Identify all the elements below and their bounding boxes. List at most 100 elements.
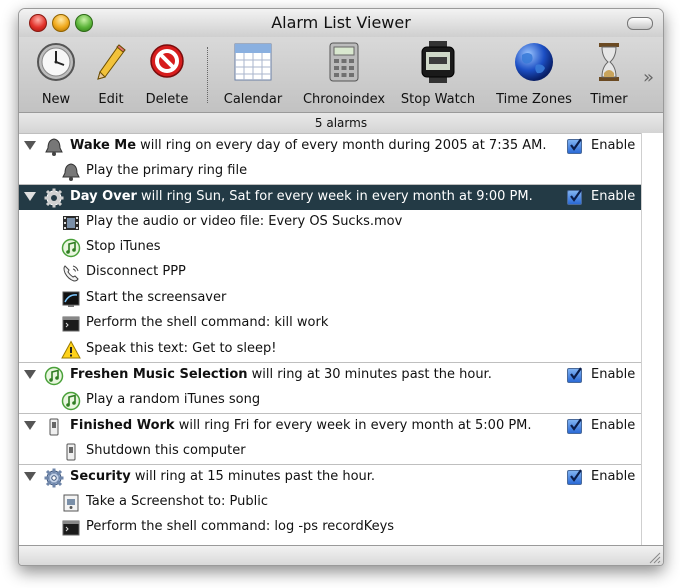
alarm-list: Wake Me will ring on every day of every … bbox=[19, 133, 641, 545]
action-text: Speak this text: Get to sleep! bbox=[86, 341, 277, 356]
action-text: Perform the shell command: log -ps recor… bbox=[86, 519, 395, 534]
screensaver-icon bbox=[62, 291, 80, 307]
enable-checkbox[interactable] bbox=[567, 138, 582, 154]
time-zones-button-label: Time Zones bbox=[496, 92, 572, 107]
alarm-name: Freshen Music Selection bbox=[70, 367, 248, 382]
action-row[interactable]: Play a random iTunes song bbox=[19, 388, 641, 413]
alarm-row-day-over[interactable]: Day Over will ring Sun, Sat for every we… bbox=[19, 184, 641, 210]
action-row[interactable]: Speak this text: Get to sleep! bbox=[19, 337, 641, 362]
action-text: Start the screensaver bbox=[86, 290, 227, 305]
alarm-row-wake-me[interactable]: Wake Me will ring on every day of every … bbox=[19, 133, 641, 159]
action-row[interactable]: Play the audio or video file: Every OS S… bbox=[19, 210, 641, 235]
action-text: Disconnect PPP bbox=[86, 264, 186, 279]
enable-label: Enable bbox=[591, 469, 636, 484]
clock-icon bbox=[37, 43, 75, 81]
stop-watch-button[interactable]: Stop Watch bbox=[401, 41, 475, 111]
enable-checkbox[interactable] bbox=[567, 418, 582, 434]
enable-label: Enable bbox=[591, 367, 636, 382]
alarm-description: will ring Sun, Sat for every week in eve… bbox=[136, 189, 533, 204]
stop-watch-button-label: Stop Watch bbox=[400, 92, 476, 107]
checkmark-icon bbox=[570, 189, 582, 202]
disclosure-triangle-icon[interactable] bbox=[24, 192, 36, 201]
terminal-icon bbox=[62, 316, 80, 332]
film-icon bbox=[63, 216, 79, 230]
checkmark-icon bbox=[570, 367, 582, 380]
delete-button[interactable]: Delete bbox=[145, 41, 189, 111]
timer-button-label: Timer bbox=[590, 92, 628, 107]
action-text: Stop iTunes bbox=[86, 239, 161, 254]
action-row[interactable]: Stop iTunes bbox=[19, 235, 641, 260]
alarm-name: Wake Me bbox=[70, 138, 137, 153]
disclosure-triangle-icon[interactable] bbox=[24, 472, 36, 481]
enable-label: Enable bbox=[591, 189, 636, 204]
calendar-button[interactable]: Calendar bbox=[224, 41, 282, 111]
itunes-icon bbox=[61, 391, 81, 411]
phone-icon bbox=[63, 265, 79, 282]
action-row[interactable]: Perform the shell command: log -ps recor… bbox=[19, 515, 641, 540]
hourglass-icon bbox=[599, 43, 619, 81]
delete-icon bbox=[150, 44, 184, 78]
toolbar-toggle-button[interactable] bbox=[627, 17, 653, 30]
enable-label: Enable bbox=[591, 418, 636, 433]
enable-checkbox[interactable] bbox=[567, 469, 582, 485]
bell-icon bbox=[45, 138, 63, 156]
pencil-icon bbox=[97, 44, 126, 80]
alarm-row-finished-work[interactable]: Finished Work will ring Fri for every we… bbox=[19, 413, 641, 439]
action-row[interactable]: Shutdown this computer bbox=[19, 439, 641, 464]
alarm-description: will ring on every day of every month du… bbox=[136, 138, 547, 153]
globe-icon bbox=[515, 43, 553, 81]
alarm-description: will ring at 30 minutes past the hour. bbox=[247, 367, 492, 382]
action-text: Perform the shell command: kill work bbox=[86, 315, 329, 330]
toolbar-overflow-chevron-icon[interactable]: » bbox=[643, 67, 654, 88]
alarm-row-security[interactable]: Security will ring at 15 minutes past th… bbox=[19, 464, 641, 490]
action-row[interactable]: Play the primary ring file bbox=[19, 159, 641, 184]
chronoindex-button[interactable]: Chronoindex bbox=[303, 41, 385, 111]
window-title: Alarm List Viewer bbox=[271, 13, 411, 32]
time-zones-button[interactable]: Time Zones bbox=[496, 41, 572, 111]
checkmark-icon bbox=[570, 469, 582, 482]
gear-icon bbox=[44, 468, 64, 488]
resize-grip-icon[interactable] bbox=[647, 550, 661, 564]
enable-label: Enable bbox=[591, 138, 636, 153]
calendar-button-label: Calendar bbox=[223, 92, 283, 107]
title-bar[interactable]: Alarm List Viewer bbox=[19, 9, 663, 37]
stopwatch-icon bbox=[421, 41, 455, 83]
disclosure-triangle-icon[interactable] bbox=[24, 141, 36, 150]
action-text: Play a random iTunes song bbox=[86, 392, 261, 407]
action-row[interactable]: Perform the shell command: kill work bbox=[19, 311, 641, 336]
alarm-name: Finished Work bbox=[70, 418, 175, 433]
alarm-row-freshen-music-selection[interactable]: Freshen Music Selection will ring at 30 … bbox=[19, 362, 641, 388]
terminal-icon bbox=[62, 520, 80, 536]
disclosure-triangle-icon[interactable] bbox=[24, 421, 36, 430]
bottom-bar bbox=[19, 545, 663, 565]
delete-button-label: Delete bbox=[145, 92, 189, 107]
alarm-list-window: Alarm List Viewer New Edit Delete Calend… bbox=[18, 8, 664, 566]
alarm-description: will ring Fri for every week in every mo… bbox=[174, 418, 532, 433]
vertical-scrollbar[interactable] bbox=[641, 133, 663, 545]
power-switch-icon bbox=[66, 443, 76, 461]
toolbar: New Edit Delete Calendar Chronoindex Sto… bbox=[19, 37, 663, 112]
calendar-icon bbox=[234, 43, 272, 81]
timer-button[interactable]: Timer bbox=[587, 41, 631, 111]
power-switch-icon bbox=[49, 418, 59, 436]
gear-icon bbox=[44, 188, 64, 208]
screenshot-icon bbox=[63, 494, 79, 512]
calculator-icon bbox=[329, 42, 359, 82]
action-row[interactable]: Take a Screenshot to: Public bbox=[19, 490, 641, 515]
action-text: Take a Screenshot to: Public bbox=[86, 494, 268, 509]
alarm-name: Security bbox=[70, 469, 131, 484]
status-bar: 5 alarms bbox=[19, 112, 663, 134]
itunes-icon bbox=[44, 366, 64, 386]
bell-icon bbox=[62, 163, 80, 181]
enable-checkbox[interactable] bbox=[567, 367, 582, 383]
alarm-description: will ring at 15 minutes past the hour. bbox=[130, 469, 376, 484]
alarm-name: Day Over bbox=[70, 189, 137, 204]
action-row[interactable]: Disconnect PPP bbox=[19, 260, 641, 285]
disclosure-triangle-icon[interactable] bbox=[24, 370, 36, 379]
enable-checkbox[interactable] bbox=[567, 189, 582, 205]
itunes-icon bbox=[61, 238, 81, 258]
action-row[interactable]: Start the screensaver bbox=[19, 286, 641, 311]
action-text: Shutdown this computer bbox=[86, 443, 246, 458]
checkmark-icon bbox=[570, 418, 582, 431]
action-text: Play the primary ring file bbox=[86, 163, 248, 178]
